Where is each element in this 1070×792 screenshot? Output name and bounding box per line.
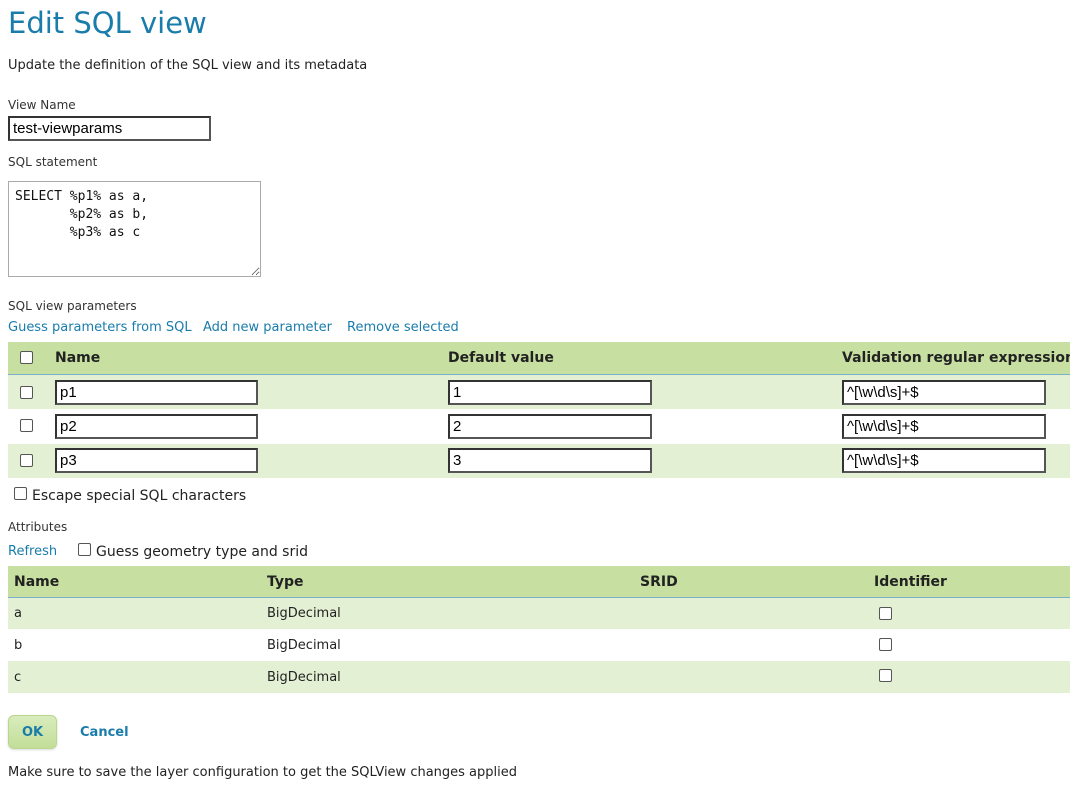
sql-statement-label: SQL statement (8, 155, 98, 169)
guess-geometry-checkbox[interactable] (78, 543, 91, 556)
attribute-row: b BigDecimal (8, 629, 1070, 661)
parameter-name-input[interactable] (55, 448, 258, 473)
parameters-table-header: Name Default value Validation regular ex… (8, 342, 1070, 375)
view-name-input[interactable] (8, 116, 211, 141)
attr-col-srid: SRID (640, 574, 678, 590)
parameter-row-checkbox[interactable] (20, 386, 33, 399)
attribute-name: a (14, 606, 22, 621)
parameter-row-checkbox[interactable] (20, 454, 33, 467)
footer-note: Make sure to save the layer configuratio… (8, 765, 518, 780)
attribute-type: BigDecimal (267, 638, 341, 653)
attr-col-type: Type (267, 574, 304, 590)
attribute-name: b (14, 638, 23, 653)
attribute-identifier-checkbox[interactable] (879, 607, 892, 620)
refresh-link[interactable]: Refresh (8, 544, 57, 559)
parameter-name-input[interactable] (55, 414, 258, 439)
sql-view-parameters-label: SQL view parameters (8, 299, 137, 313)
guess-parameters-link[interactable]: Guess parameters from SQL (8, 320, 192, 335)
page-subtitle: Update the definition of the SQL view an… (8, 58, 368, 73)
param-col-regex: Validation regular expression (842, 350, 1070, 366)
attr-col-identifier: Identifier (874, 574, 947, 590)
select-all-parameters-checkbox[interactable] (20, 351, 33, 364)
attributes-table-header: Name Type SRID Identifier (8, 566, 1070, 598)
parameter-default-input[interactable] (448, 448, 652, 473)
parameter-row (8, 444, 1070, 478)
parameter-regex-input[interactable] (842, 380, 1046, 405)
cancel-link[interactable]: Cancel (80, 725, 129, 740)
remove-selected-link[interactable]: Remove selected (347, 320, 459, 335)
param-col-default: Default value (448, 350, 554, 366)
parameter-row (8, 409, 1070, 444)
attribute-row: a BigDecimal (8, 598, 1070, 629)
page-title: Edit SQL view (8, 6, 207, 40)
parameter-default-input[interactable] (448, 380, 652, 405)
attr-col-name: Name (14, 574, 60, 590)
attribute-row: c BigDecimal (8, 661, 1070, 693)
parameter-regex-input[interactable] (842, 448, 1046, 473)
parameter-row-checkbox[interactable] (20, 419, 33, 432)
attribute-identifier-checkbox[interactable] (879, 669, 892, 682)
view-name-label: View Name (8, 98, 76, 112)
ok-button[interactable]: OK (8, 715, 57, 749)
sql-statement-textarea[interactable]: SELECT %p1% as a, %p2% as b, %p3% as c (8, 181, 261, 277)
attribute-type: BigDecimal (267, 606, 341, 621)
parameter-regex-input[interactable] (842, 414, 1046, 439)
add-parameter-link[interactable]: Add new parameter (203, 320, 332, 335)
attribute-identifier-checkbox[interactable] (879, 638, 892, 651)
escape-sql-checkbox[interactable] (14, 487, 27, 500)
parameter-name-input[interactable] (55, 380, 258, 405)
parameter-default-input[interactable] (448, 414, 652, 439)
attribute-name: c (14, 670, 22, 685)
guess-geometry-label: Guess geometry type and srid (96, 544, 309, 560)
parameter-row (8, 375, 1070, 409)
param-col-name: Name (55, 350, 101, 366)
attributes-label: Attributes (8, 520, 68, 534)
attribute-type: BigDecimal (267, 670, 341, 685)
escape-sql-label: Escape special SQL characters (32, 488, 247, 504)
